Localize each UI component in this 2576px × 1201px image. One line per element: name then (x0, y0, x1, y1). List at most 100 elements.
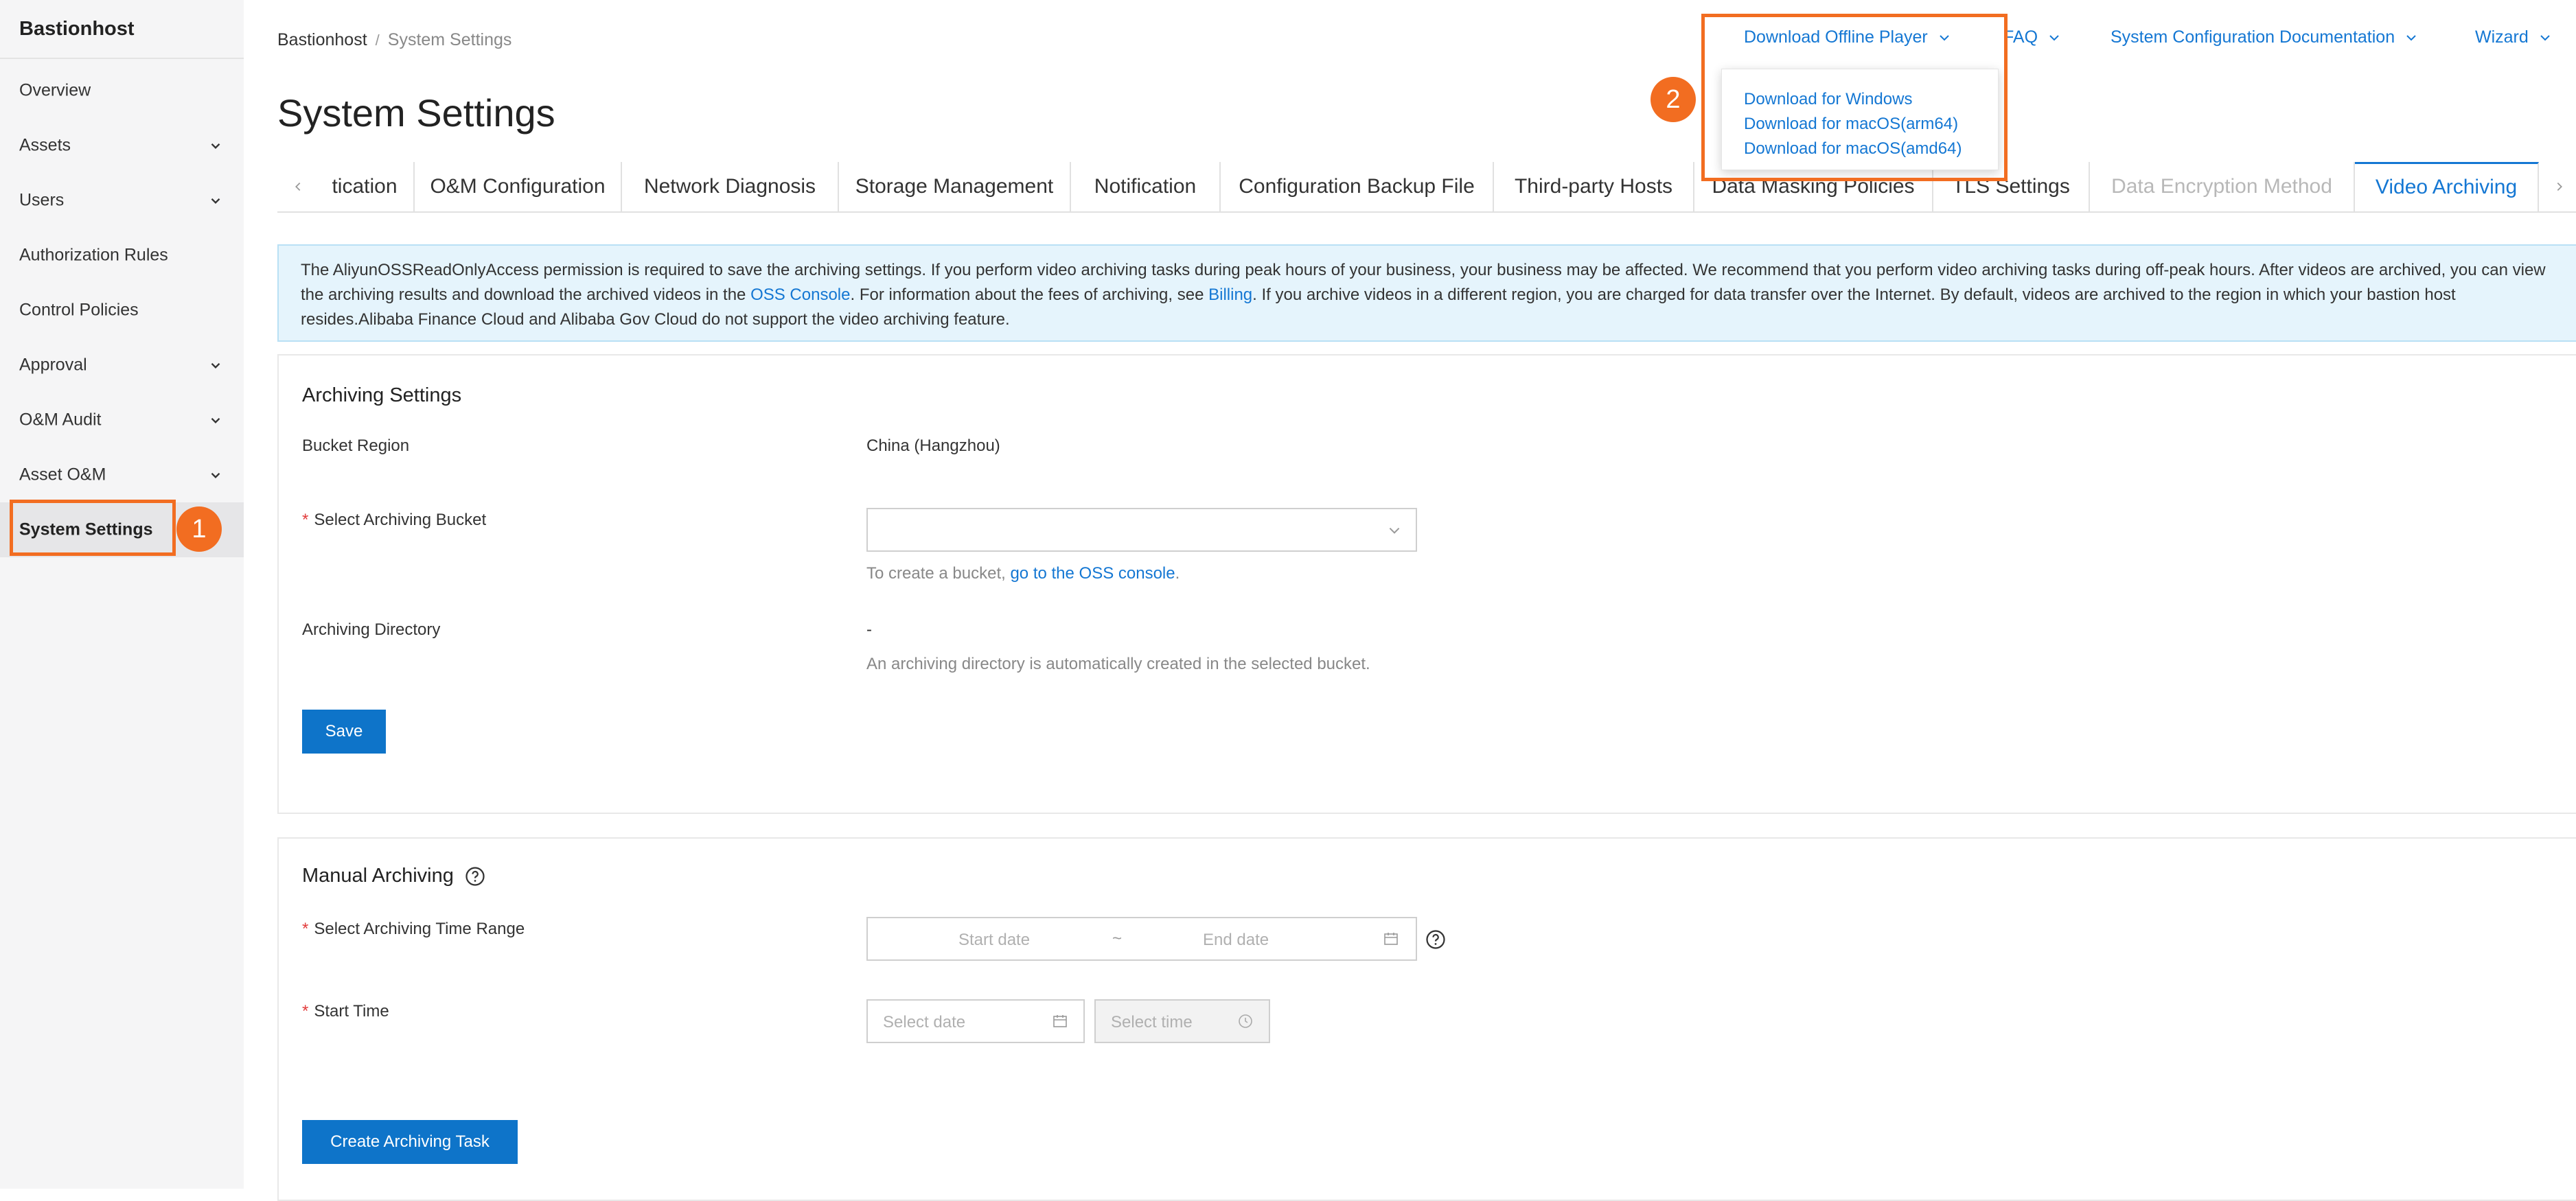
chevron-down-icon (211, 417, 220, 424)
create-bucket-hint: To create a bucket, go to the OSS consol… (866, 564, 1180, 583)
range-separator: ~ (1112, 929, 1123, 948)
breadcrumb-separator: / (375, 32, 380, 49)
sidebar-item-label: Users (19, 190, 65, 210)
select-bucket-label: * Select Archiving Bucket (302, 511, 486, 530)
start-time-label-text: Start Time (314, 1002, 389, 1021)
sidebar-item-users[interactable]: Users (0, 173, 244, 228)
sidebar-item-authorization-rules[interactable]: Authorization Rules (0, 228, 244, 283)
highlight-box-step-1 (10, 500, 176, 556)
faq-label: FAQ (2003, 27, 2038, 47)
help-icon[interactable] (465, 866, 485, 887)
select-time-placeholder: Select time (1111, 1013, 1193, 1031)
tab-network-diagnosis[interactable]: Network Diagnosis (622, 162, 839, 211)
wizard-label: Wizard (2475, 27, 2529, 47)
content-gutter (244, 0, 278, 1189)
archiving-notice: The AliyunOSSReadOnlyAccess permission i… (277, 244, 2576, 342)
archiving-bucket-select[interactable] (866, 508, 1417, 552)
tab-storage-management[interactable]: Storage Management (839, 162, 1071, 211)
archiving-settings-panel: Archiving Settings Bucket Region China (… (277, 354, 2576, 814)
highlight-box-step-2 (1701, 14, 2008, 181)
select-bucket-label-text: Select Archiving Bucket (314, 511, 487, 529)
hint-text: . (1175, 564, 1180, 583)
sidebar-item-label: Authorization Rules (19, 245, 168, 265)
breadcrumb-item-bastionhost[interactable]: Bastionhost (277, 30, 367, 49)
sidebar-item-label: Overview (19, 80, 91, 100)
chevron-down-icon (211, 143, 220, 150)
notice-text-part: . For information about the fees of arch… (850, 285, 1209, 304)
tab-notification[interactable]: Notification (1071, 162, 1221, 211)
notice-text: The AliyunOSSReadOnlyAccess permission i… (301, 258, 2566, 332)
manual-archiving-title: Manual Archiving (302, 865, 454, 887)
sidebar-item-label: Asset O&M (19, 465, 106, 485)
sidebar-item-label: O&M Audit (19, 410, 102, 430)
faq-link[interactable]: FAQ (2003, 27, 2061, 47)
sidebar-item-om-audit[interactable]: O&M Audit (0, 393, 244, 447)
archiving-directory-label: Archiving Directory (302, 620, 441, 639)
clock-icon (1239, 1014, 1252, 1028)
sidebar: Bastionhost Overview Assets Users Author… (0, 0, 245, 1189)
sidebar-item-assets[interactable]: Assets (0, 118, 244, 173)
required-marker: * (302, 1002, 309, 1021)
required-marker: * (302, 511, 309, 529)
end-date-placeholder: End date (1203, 931, 1269, 949)
archiving-settings-title: Archiving Settings (302, 384, 462, 406)
manual-archiving-heading: Manual Archiving (302, 865, 485, 887)
oss-console-link[interactable]: OSS Console (750, 285, 850, 304)
select-date-placeholder: Select date (883, 1013, 966, 1031)
time-range-label-text: Select Archiving Time Range (314, 920, 525, 938)
brand-title: Bastionhost (19, 18, 135, 40)
required-marker: * (302, 920, 309, 938)
sidebar-item-overview[interactable]: Overview (0, 63, 244, 118)
archiving-time-range-picker[interactable]: Start date ~ End date (866, 917, 1417, 961)
start-time-picker: Select time (1094, 999, 1270, 1043)
documentation-label: System Configuration Documentation (2111, 27, 2395, 47)
settings-tabs: tication O&M Configuration Network Diagn… (277, 162, 2576, 213)
page-title: System Settings (277, 91, 555, 135)
tab-third-party-hosts[interactable]: Third-party Hosts (1494, 162, 1694, 211)
calendar-icon (1384, 933, 1398, 945)
chevron-down-icon (211, 362, 220, 369)
chevron-down-icon (1389, 527, 1400, 534)
divider (0, 58, 244, 59)
archiving-directory-hint: An archiving directory is automatically … (866, 655, 1370, 673)
sidebar-item-label: Control Policies (19, 300, 139, 320)
tab-authentication[interactable]: tication (316, 162, 415, 211)
wizard-link[interactable]: Wizard (2475, 27, 2552, 47)
start-time-label: * Start Time (302, 1002, 389, 1021)
start-date-placeholder: Start date (958, 931, 1031, 949)
sidebar-item-label: Approval (19, 355, 87, 375)
archiving-directory-value: - (866, 620, 872, 639)
step-badge-2: 2 (1651, 77, 1696, 122)
chevron-right-icon (2557, 182, 2562, 191)
go-to-oss-console-link[interactable]: go to the OSS console (1010, 564, 1175, 583)
start-date-picker[interactable]: Select date (866, 999, 1085, 1043)
calendar-icon (1053, 1015, 1067, 1027)
tab-om-configuration[interactable]: O&M Configuration (415, 162, 622, 211)
system-configuration-documentation-link[interactable]: System Configuration Documentation (2111, 27, 2418, 47)
bucket-region-label: Bucket Region (302, 436, 410, 455)
create-archiving-task-button[interactable]: Create Archiving Task (302, 1120, 518, 1164)
billing-link[interactable]: Billing (1208, 285, 1252, 304)
chevron-down-icon (211, 198, 220, 205)
sidebar-item-asset-om[interactable]: Asset O&M (0, 447, 244, 502)
chevron-down-icon (2540, 34, 2550, 40)
tabs-scroll-right-button[interactable] (2539, 162, 2576, 211)
tab-video-archiving[interactable]: Video Archiving (2355, 162, 2539, 211)
save-button[interactable]: Save (302, 710, 386, 754)
breadcrumb-item-current: System Settings (387, 30, 512, 49)
hint-text: To create a bucket, (866, 564, 1011, 583)
tabs-scroll-left-button[interactable] (277, 162, 319, 211)
manual-archiving-panel: Manual Archiving * Select Archiving Time … (277, 837, 2576, 1201)
chevron-left-icon (295, 182, 301, 191)
chevron-down-icon (211, 472, 220, 479)
sidebar-item-approval[interactable]: Approval (0, 338, 244, 393)
tab-configuration-backup-file[interactable]: Configuration Backup File (1221, 162, 1494, 211)
time-range-label: * Select Archiving Time Range (302, 920, 525, 939)
chevron-down-icon (2049, 34, 2059, 40)
breadcrumb: Bastionhost / System Settings (277, 30, 511, 50)
step-badge-1: 1 (176, 506, 222, 552)
sidebar-item-control-policies[interactable]: Control Policies (0, 283, 244, 338)
sidebar-item-label: Assets (19, 135, 71, 155)
help-icon[interactable] (1425, 929, 1446, 950)
chevron-down-icon (2406, 34, 2416, 40)
